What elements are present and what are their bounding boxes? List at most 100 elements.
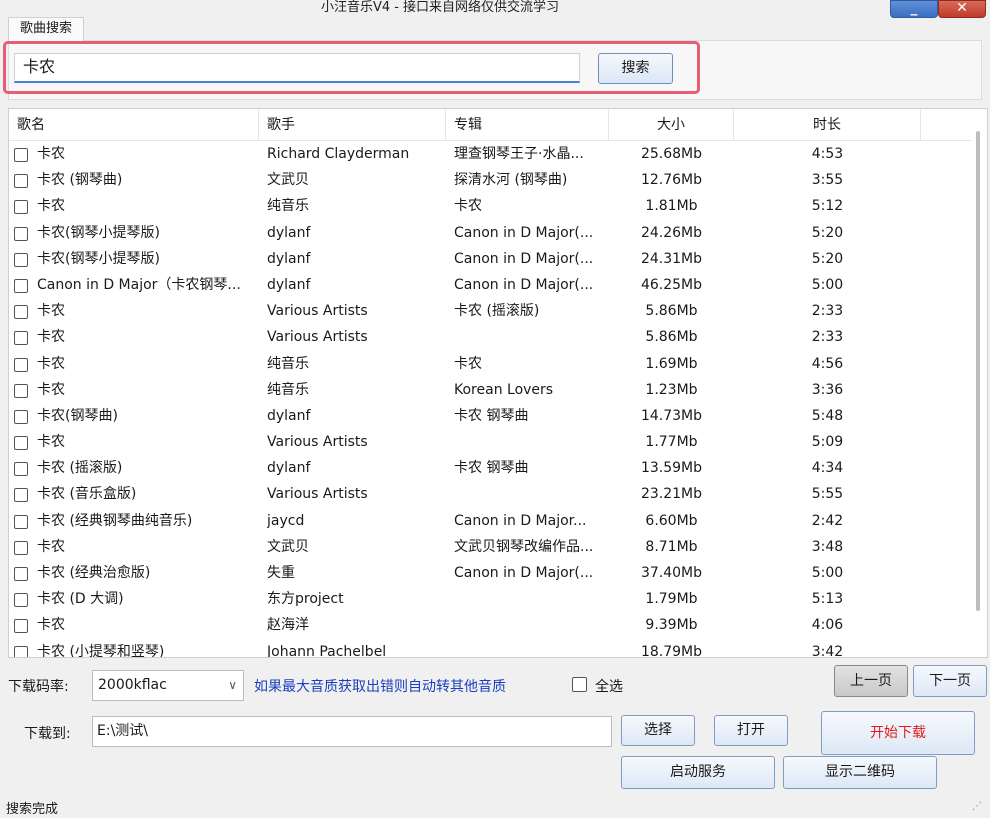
results-list[interactable]: 歌名 歌手 专辑 大小 时长 卡农 Richard Clayderman 理查钢琴王…	[8, 108, 988, 658]
start-download-button[interactable]: 开始下载	[821, 711, 975, 755]
scrollbar-thumb[interactable]	[976, 131, 980, 611]
table-row[interactable]: 卡农 (小提琴和竖琴) Johann Pachelbel 18.79Mb 3:42	[9, 639, 969, 658]
select-all-checkbox[interactable]	[572, 677, 587, 692]
table-row[interactable]: 卡农 (经典钢琴曲纯音乐) jaycd Canon in D Major... 6.6…	[9, 508, 969, 534]
table-row[interactable]: 卡农 (钢琴曲) 文武贝 探清水河 (钢琴曲) 12.76Mb 3:55	[9, 167, 969, 193]
row-album: Korean Lovers	[454, 381, 554, 398]
search-button[interactable]: 搜索	[598, 53, 673, 84]
minimize-icon: _	[910, 0, 918, 16]
table-row[interactable]: 卡农(钢琴曲) dylanf 卡农 钢琴曲 14.73Mb 5:48	[9, 403, 969, 429]
bitrate-value: 2000kflac	[98, 677, 167, 693]
row-checkbox[interactable]	[14, 540, 28, 555]
row-checkbox[interactable]	[14, 305, 28, 320]
row-duration: 4:06	[811, 617, 844, 634]
row-checkbox[interactable]	[14, 148, 28, 162]
row-song: 卡农 (小提琴和竖琴)	[37, 643, 165, 658]
download-dest-input[interactable]: E:\测试\	[92, 716, 612, 747]
row-song: 卡农	[37, 617, 65, 634]
table-row[interactable]: 卡农(钢琴小提琴版) dylanf Canon in D Major(... 24.2…	[9, 220, 969, 246]
chevron-down-icon: ∨	[228, 678, 237, 692]
row-checkbox[interactable]	[14, 514, 28, 529]
close-button[interactable]: ✕	[938, 0, 986, 18]
table-row[interactable]: 卡农 Various Artists 5.86Mb 2:33	[9, 324, 969, 350]
column-header-artist[interactable]: 歌手	[259, 109, 446, 141]
minimize-button[interactable]: _	[890, 0, 938, 18]
row-checkbox[interactable]	[14, 409, 28, 424]
row-checkbox[interactable]	[14, 226, 28, 241]
quality-note: 如果最大音质获取出错则自动转其他音质	[254, 679, 506, 695]
tab-song-search[interactable]: 歌曲搜索	[8, 17, 84, 41]
row-size: 1.77Mb	[645, 434, 698, 451]
table-row[interactable]: 卡农 纯音乐 卡农 1.81Mb 5:12	[9, 193, 969, 219]
start-service-button[interactable]: 启动服务	[621, 756, 775, 789]
row-checkbox[interactable]	[14, 488, 28, 503]
row-checkbox[interactable]	[14, 619, 28, 634]
row-size: 9.39Mb	[645, 617, 698, 634]
bitrate-select[interactable]: 2000kflac ∨	[92, 670, 244, 701]
next-page-button[interactable]: 下一页	[913, 665, 987, 697]
download-dest-label: 下载到:	[24, 726, 71, 742]
row-checkbox[interactable]	[14, 383, 28, 398]
row-checkbox[interactable]	[14, 200, 28, 215]
column-header-size[interactable]: 大小	[609, 109, 734, 141]
row-artist: dylanf	[267, 276, 311, 293]
prev-page-button[interactable]: 上一页	[834, 665, 908, 697]
row-duration: 3:48	[811, 538, 844, 555]
row-artist: Various Artists	[267, 303, 368, 320]
row-duration: 5:48	[811, 407, 844, 424]
table-row[interactable]: 卡农 纯音乐 卡农 1.69Mb 4:56	[9, 351, 969, 377]
row-album: 卡农 (摇滚版)	[454, 303, 540, 320]
row-checkbox[interactable]	[14, 462, 28, 477]
row-checkbox[interactable]	[14, 252, 28, 267]
column-header-song[interactable]: 歌名	[9, 109, 259, 141]
row-duration: 4:56	[811, 355, 844, 372]
resize-grip-icon[interactable]: ⋰	[972, 802, 984, 814]
row-song: 卡农(钢琴曲)	[37, 407, 118, 424]
row-size: 18.79Mb	[640, 643, 703, 658]
table-row[interactable]: 卡农 纯音乐 Korean Lovers 1.23Mb 3:36	[9, 377, 969, 403]
table-row[interactable]: 卡农 (D 大调) 东方project 1.79Mb 5:13	[9, 586, 969, 612]
show-qr-button[interactable]: 显示二维码	[783, 756, 937, 789]
choose-folder-button[interactable]: 选择	[621, 715, 695, 746]
row-size: 1.81Mb	[645, 198, 698, 215]
row-song: 卡农(钢琴小提琴版)	[37, 224, 160, 241]
row-duration: 5:13	[811, 591, 844, 608]
table-row[interactable]: 卡农 文武贝 文武贝钢琴改编作品... 8.71Mb 3:48	[9, 534, 969, 560]
row-song: 卡农 (经典钢琴曲纯音乐)	[37, 512, 193, 529]
row-artist: Various Artists	[267, 434, 368, 451]
row-size: 6.60Mb	[645, 512, 698, 529]
table-row[interactable]: Canon in D Major（卡农钢琴... dylanf Canon in D…	[9, 272, 969, 298]
row-checkbox[interactable]	[14, 357, 28, 372]
row-size: 25.68Mb	[640, 146, 703, 162]
column-header-album[interactable]: 专辑	[446, 109, 609, 141]
row-checkbox[interactable]	[14, 278, 28, 293]
row-album: Canon in D Major(...	[454, 565, 594, 581]
row-song: 卡农 (钢琴曲)	[37, 172, 123, 189]
row-song: 卡农(钢琴小提琴版)	[37, 250, 160, 267]
row-checkbox[interactable]	[14, 174, 28, 189]
row-size: 24.31Mb	[640, 250, 703, 267]
row-checkbox[interactable]	[14, 331, 28, 346]
row-checkbox[interactable]	[14, 436, 28, 451]
table-row[interactable]: 卡农 Various Artists 卡农 (摇滚版) 5.86Mb 2:33	[9, 298, 969, 324]
column-header-duration[interactable]: 时长	[734, 109, 921, 141]
open-folder-button[interactable]: 打开	[714, 715, 788, 746]
table-row[interactable]: 卡农 (经典治愈版) 失重 Canon in D Major(... 37.40Mb 5…	[9, 560, 969, 586]
table-row[interactable]: 卡农(钢琴小提琴版) dylanf Canon in D Major(... 24.3…	[9, 246, 969, 272]
close-icon: ✕	[956, 0, 968, 16]
select-all-label[interactable]: 全选	[595, 676, 623, 696]
table-row[interactable]: 卡农 Various Artists 1.77Mb 5:09	[9, 429, 969, 455]
search-input[interactable]: 卡农	[14, 53, 580, 83]
status-text: 搜索完成	[6, 802, 59, 817]
row-size: 24.26Mb	[640, 224, 703, 241]
table-row[interactable]: 卡农 (音乐盒版) Various Artists 23.21Mb 5:55	[9, 481, 969, 507]
table-row[interactable]: 卡农 (摇滚版) dylanf 卡农 钢琴曲 13.59Mb 4:34	[9, 455, 969, 481]
row-artist: Various Artists	[267, 329, 368, 346]
row-song: 卡农	[37, 303, 65, 320]
table-row[interactable]: 卡农 赵海洋 9.39Mb 4:06	[9, 612, 969, 638]
row-song: 卡农	[37, 434, 65, 451]
table-row[interactable]: 卡农 Richard Clayderman 理查钢琴王子·水晶... 25.68Mb 4…	[9, 141, 969, 167]
row-checkbox[interactable]	[14, 645, 28, 657]
row-checkbox[interactable]	[14, 567, 28, 581]
row-checkbox[interactable]	[14, 593, 28, 608]
